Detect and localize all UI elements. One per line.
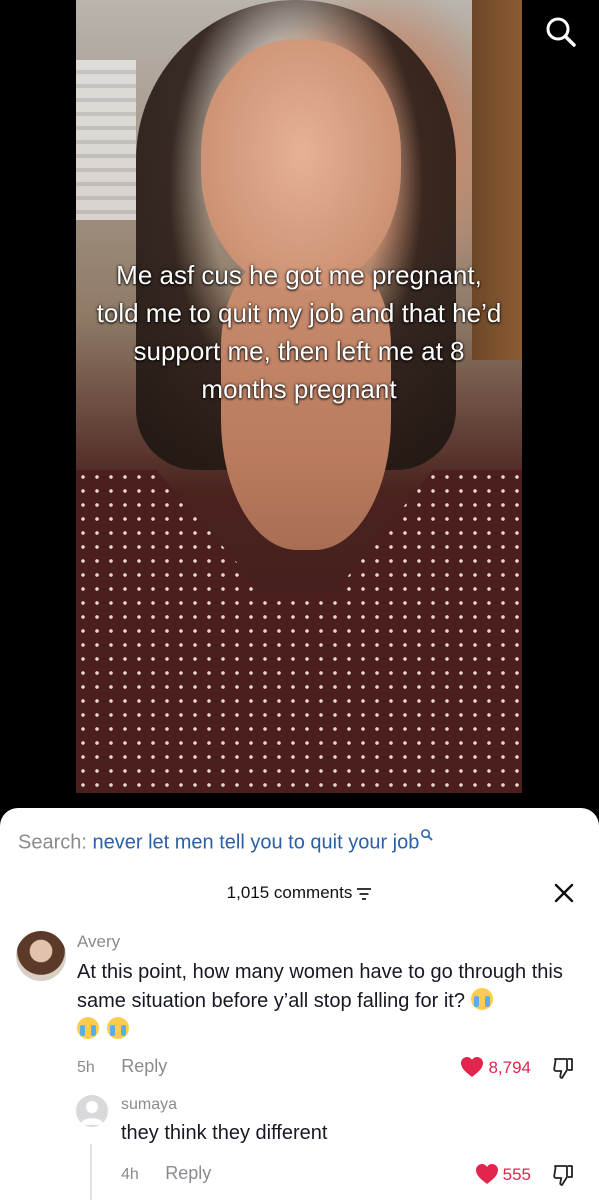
heart-icon xyxy=(461,1057,484,1077)
search-icon[interactable] xyxy=(541,12,581,52)
reply-username[interactable]: sumaya xyxy=(121,1096,177,1114)
reply-button[interactable]: Reply xyxy=(121,1056,167,1076)
background-window xyxy=(76,60,136,220)
crying-face-emoji-icon xyxy=(470,988,493,1010)
like-count: 8,794 xyxy=(488,1058,531,1077)
like-count: 555 xyxy=(502,1165,531,1184)
person-face xyxy=(201,40,401,290)
like-button[interactable]: 8,794 xyxy=(460,1056,531,1080)
heart-icon xyxy=(475,1164,498,1184)
reply-text: they think they different xyxy=(121,1122,328,1144)
avatar[interactable] xyxy=(76,1095,108,1127)
like-button[interactable]: 555 xyxy=(475,1163,531,1187)
search-prefix: Search: xyxy=(18,831,87,854)
search-query-link[interactable]: never let men tell you to quit your job xyxy=(93,832,420,854)
comment-meta: 5h Reply 8,794 xyxy=(77,1056,587,1080)
comments-count: 1,015 comments xyxy=(226,883,353,902)
sort-icon[interactable] xyxy=(356,887,372,901)
crying-face-emoji-icon xyxy=(77,1017,99,1039)
search-small-icon xyxy=(421,829,433,841)
search-suggestion[interactable]: Search: never let men tell you to quit y… xyxy=(18,828,433,855)
video-player[interactable]: Me asf cus he got me pregnant, told me t… xyxy=(0,0,599,808)
dislike-icon[interactable] xyxy=(551,1056,575,1080)
comments-header: 1,015 comments xyxy=(0,876,599,910)
reply-time: 4h xyxy=(121,1166,139,1183)
comment-username[interactable]: Avery xyxy=(77,932,120,952)
avatar[interactable] xyxy=(16,931,66,981)
reply-button[interactable]: Reply xyxy=(165,1163,211,1183)
close-icon[interactable] xyxy=(553,882,575,904)
comment-time: 5h xyxy=(77,1059,95,1076)
crying-face-emoji-icon xyxy=(106,1017,129,1039)
comment-text: At this point, how many women have to go… xyxy=(77,958,577,1045)
video-caption: Me asf cus he got me pregnant, told me t… xyxy=(96,260,502,404)
reply-meta: 4h Reply 555 xyxy=(121,1163,587,1187)
dislike-icon[interactable] xyxy=(551,1163,575,1187)
thread-line xyxy=(90,1144,92,1200)
comments-panel: Search: never let men tell you to quit y… xyxy=(0,808,599,1200)
